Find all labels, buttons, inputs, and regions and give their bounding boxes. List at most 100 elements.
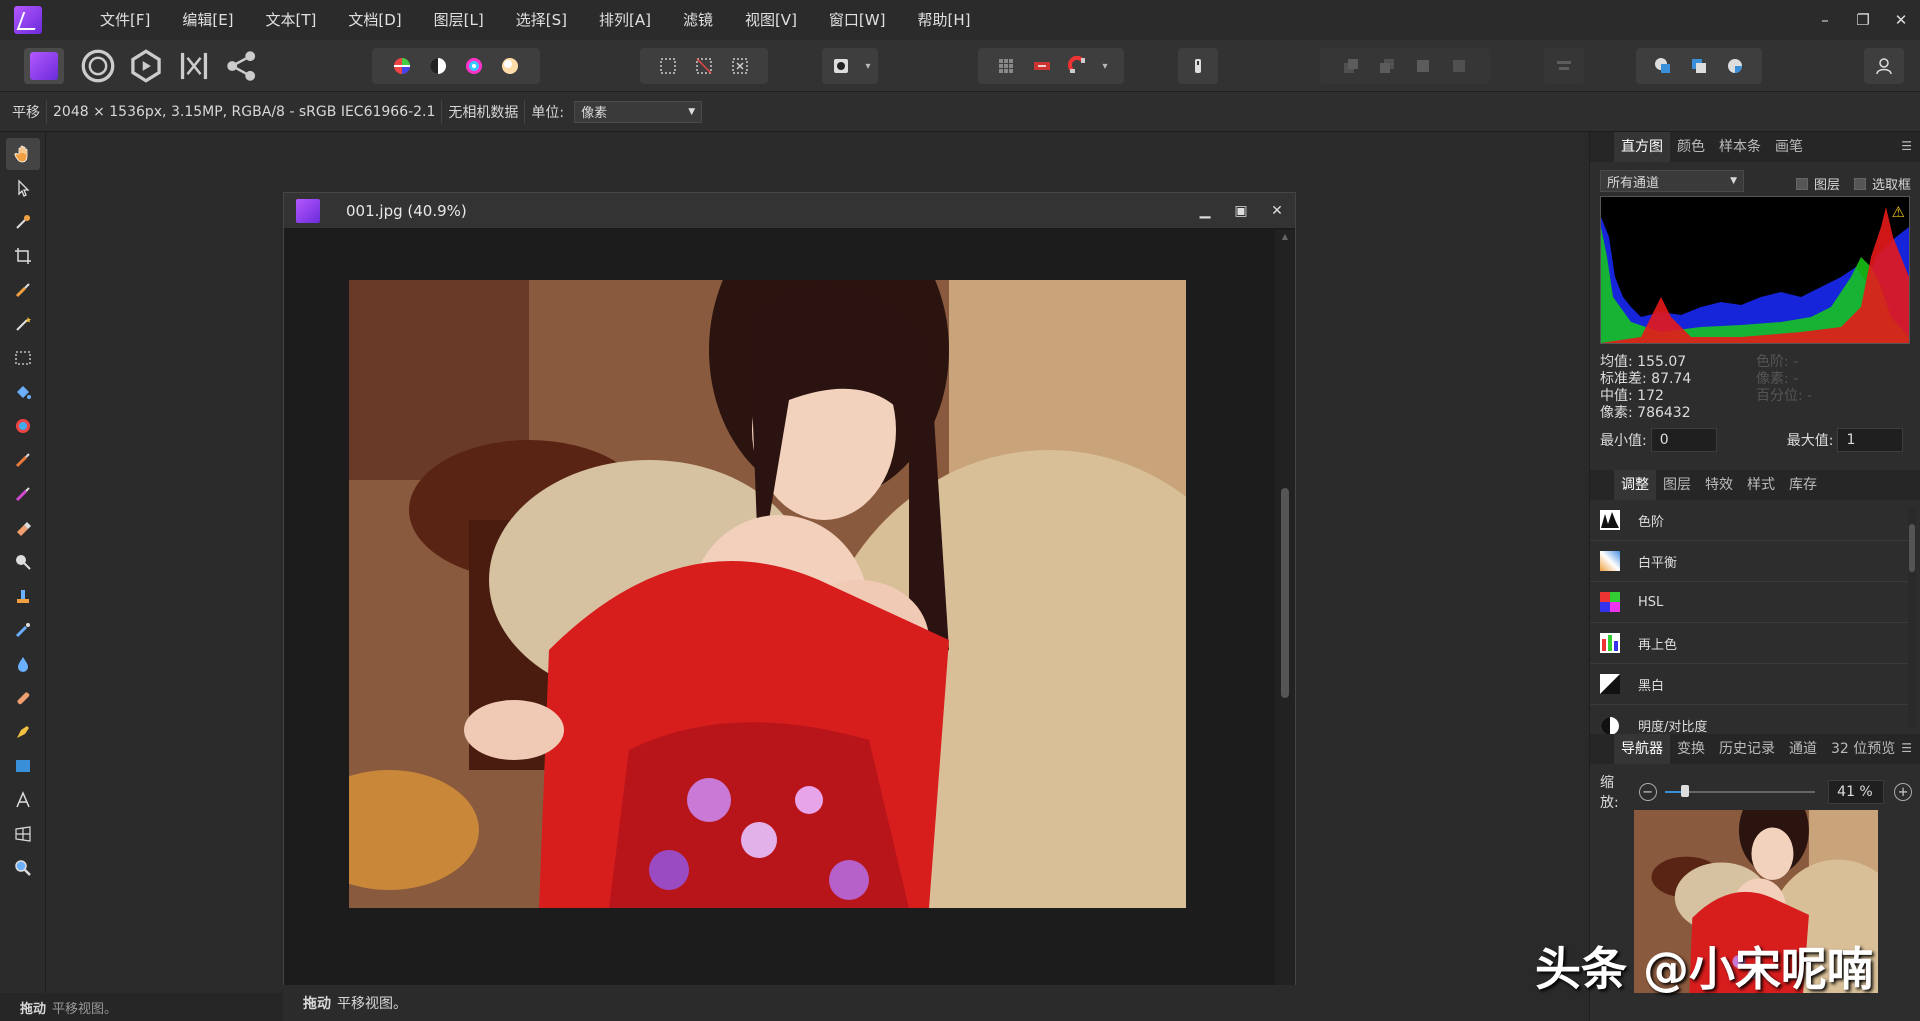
menu-file[interactable]: 文件[F] — [84, 0, 166, 40]
tab-adjustments[interactable]: 调整 — [1614, 470, 1656, 500]
text-tool[interactable] — [6, 784, 40, 816]
intersect-button[interactable] — [1717, 48, 1753, 84]
hue-button[interactable] — [456, 48, 492, 84]
lock-button[interactable] — [1180, 48, 1216, 84]
menu-filters[interactable]: 滤镜 — [667, 0, 729, 40]
selection-brush-tool[interactable] — [6, 274, 40, 306]
tab-32bit-preview[interactable]: 32 位预览 — [1824, 734, 1902, 764]
tone-mapping-persona-button[interactable] — [176, 48, 212, 84]
vertical-scrollbar[interactable]: ▲ — [1275, 230, 1295, 990]
vertical-scroll-thumb[interactable] — [1281, 488, 1289, 698]
scroll-up-icon[interactable]: ▲ — [1275, 230, 1295, 241]
max-field[interactable]: 1 — [1837, 428, 1904, 452]
white-balance-button[interactable] — [492, 48, 528, 84]
tab-transform[interactable]: 变换 — [1670, 734, 1712, 764]
menu-edit[interactable]: 编辑[E] — [166, 0, 249, 40]
adjustment-hsl[interactable]: HSL — [1590, 582, 1908, 623]
channel-select[interactable]: 所有通道 ▼ — [1600, 170, 1744, 192]
mesh-warp-tool[interactable] — [6, 818, 40, 850]
tab-brushes[interactable]: 画笔 — [1768, 132, 1810, 162]
color-picker-tool[interactable] — [6, 206, 40, 238]
snapping-button[interactable] — [1060, 48, 1096, 84]
healing-brush-tool[interactable] — [6, 682, 40, 714]
tab-swatches[interactable]: 样本条 — [1712, 132, 1768, 162]
export-persona-button[interactable] — [224, 48, 260, 84]
unit-select[interactable]: 像素 ▼ — [574, 100, 703, 123]
selection-checkbox[interactable] — [1854, 177, 1867, 190]
zoom-in-icon[interactable]: + — [1894, 783, 1912, 801]
tab-history[interactable]: 历史记录 — [1712, 734, 1782, 764]
menu-view[interactable]: 视图[V] — [729, 0, 813, 40]
quick-mask-dropdown-icon[interactable]: ▾ — [859, 61, 877, 72]
menu-select[interactable]: 选择[S] — [500, 0, 583, 40]
tab-layers[interactable]: 图层 — [1656, 470, 1698, 500]
tab-color[interactable]: 颜色 — [1670, 132, 1712, 162]
menu-document[interactable]: 文档[D] — [332, 0, 417, 40]
smudge-tool[interactable] — [6, 614, 40, 646]
menu-text[interactable]: 文本[T] — [250, 0, 333, 40]
crop-tool[interactable] — [6, 240, 40, 272]
color-replacement-tool[interactable] — [6, 478, 40, 510]
zoom-slider[interactable] — [1664, 785, 1815, 799]
add-button[interactable] — [1645, 48, 1681, 84]
document-canvas[interactable]: ▲ — [284, 230, 1295, 1012]
send-back-button[interactable] — [1441, 48, 1477, 84]
select-all-button[interactable] — [650, 48, 686, 84]
document-maximize-button[interactable]: ▣ — [1223, 193, 1259, 229]
restore-button[interactable]: ❐ — [1844, 0, 1882, 40]
min-field[interactable]: 0 — [1650, 428, 1717, 452]
flood-fill-tool[interactable] — [6, 376, 40, 408]
document-minimize-button[interactable]: ▁ — [1187, 193, 1223, 229]
move-forward-button[interactable] — [1369, 48, 1405, 84]
paint-brush-tool[interactable] — [6, 444, 40, 476]
dodge-tool[interactable] — [6, 546, 40, 578]
zoom-tool[interactable] — [6, 852, 40, 884]
grid-button[interactable] — [988, 48, 1024, 84]
adjustment-scrollbar[interactable] — [1908, 506, 1916, 728]
document-close-button[interactable]: ✕ — [1259, 193, 1295, 229]
photo-image[interactable] — [349, 280, 1186, 908]
flood-select-tool[interactable] — [6, 308, 40, 340]
align-button[interactable] — [1546, 48, 1582, 84]
adjustment-levels[interactable]: 色阶 — [1590, 500, 1908, 541]
tab-navigator[interactable]: 导航器 — [1614, 734, 1670, 764]
panel-menu-icon[interactable]: ☰ — [1901, 741, 1912, 755]
develop-persona-button[interactable] — [128, 48, 164, 84]
contrast-button[interactable] — [420, 48, 456, 84]
shape-tool[interactable] — [6, 750, 40, 782]
gradient-tool[interactable] — [6, 410, 40, 442]
close-button[interactable]: ✕ — [1882, 0, 1920, 40]
pen-tool[interactable] — [6, 716, 40, 748]
subtract-button[interactable] — [1681, 48, 1717, 84]
warning-icon[interactable]: ⚠ — [1892, 203, 1905, 221]
bring-front-button[interactable] — [1405, 48, 1441, 84]
blur-tool[interactable] — [6, 648, 40, 680]
move-back-button[interactable] — [1333, 48, 1369, 84]
move-tool[interactable] — [6, 172, 40, 204]
tab-channels[interactable]: 通道 — [1782, 734, 1824, 764]
view-tool[interactable] — [6, 138, 40, 170]
adjustment-white-balance[interactable]: 白平衡 — [1590, 541, 1908, 582]
quick-mask-button[interactable] — [823, 48, 859, 84]
assistant-button[interactable] — [1024, 48, 1060, 84]
adjustment-scroll-thumb[interactable] — [1909, 524, 1915, 572]
document-titlebar[interactable]: 001.jpg (40.9%) ▁ ▣ ✕ — [284, 193, 1295, 229]
menu-layer[interactable]: 图层[L] — [418, 0, 500, 40]
invert-selection-button[interactable] — [722, 48, 758, 84]
tab-styles[interactable]: 样式 — [1740, 470, 1782, 500]
panel-menu-icon[interactable]: ☰ — [1901, 139, 1912, 153]
layer-checkbox[interactable] — [1796, 177, 1808, 190]
snapping-dropdown-icon[interactable]: ▾ — [1096, 61, 1114, 72]
zoom-slider-thumb[interactable] — [1680, 785, 1689, 797]
menu-arrange[interactable]: 排列[A] — [583, 0, 667, 40]
zoom-field[interactable]: 41 % — [1828, 780, 1885, 804]
deselect-button[interactable] — [686, 48, 722, 84]
menu-help[interactable]: 帮助[H] — [901, 0, 986, 40]
minimize-button[interactable]: – — [1806, 0, 1844, 40]
rectangular-marquee-tool[interactable] — [6, 342, 40, 374]
adjustment-black-white[interactable]: 黑白 — [1590, 664, 1908, 705]
levels-button[interactable] — [384, 48, 420, 84]
photo-persona-button[interactable] — [24, 48, 64, 84]
clone-tool[interactable] — [6, 580, 40, 612]
erase-tool[interactable] — [6, 512, 40, 544]
